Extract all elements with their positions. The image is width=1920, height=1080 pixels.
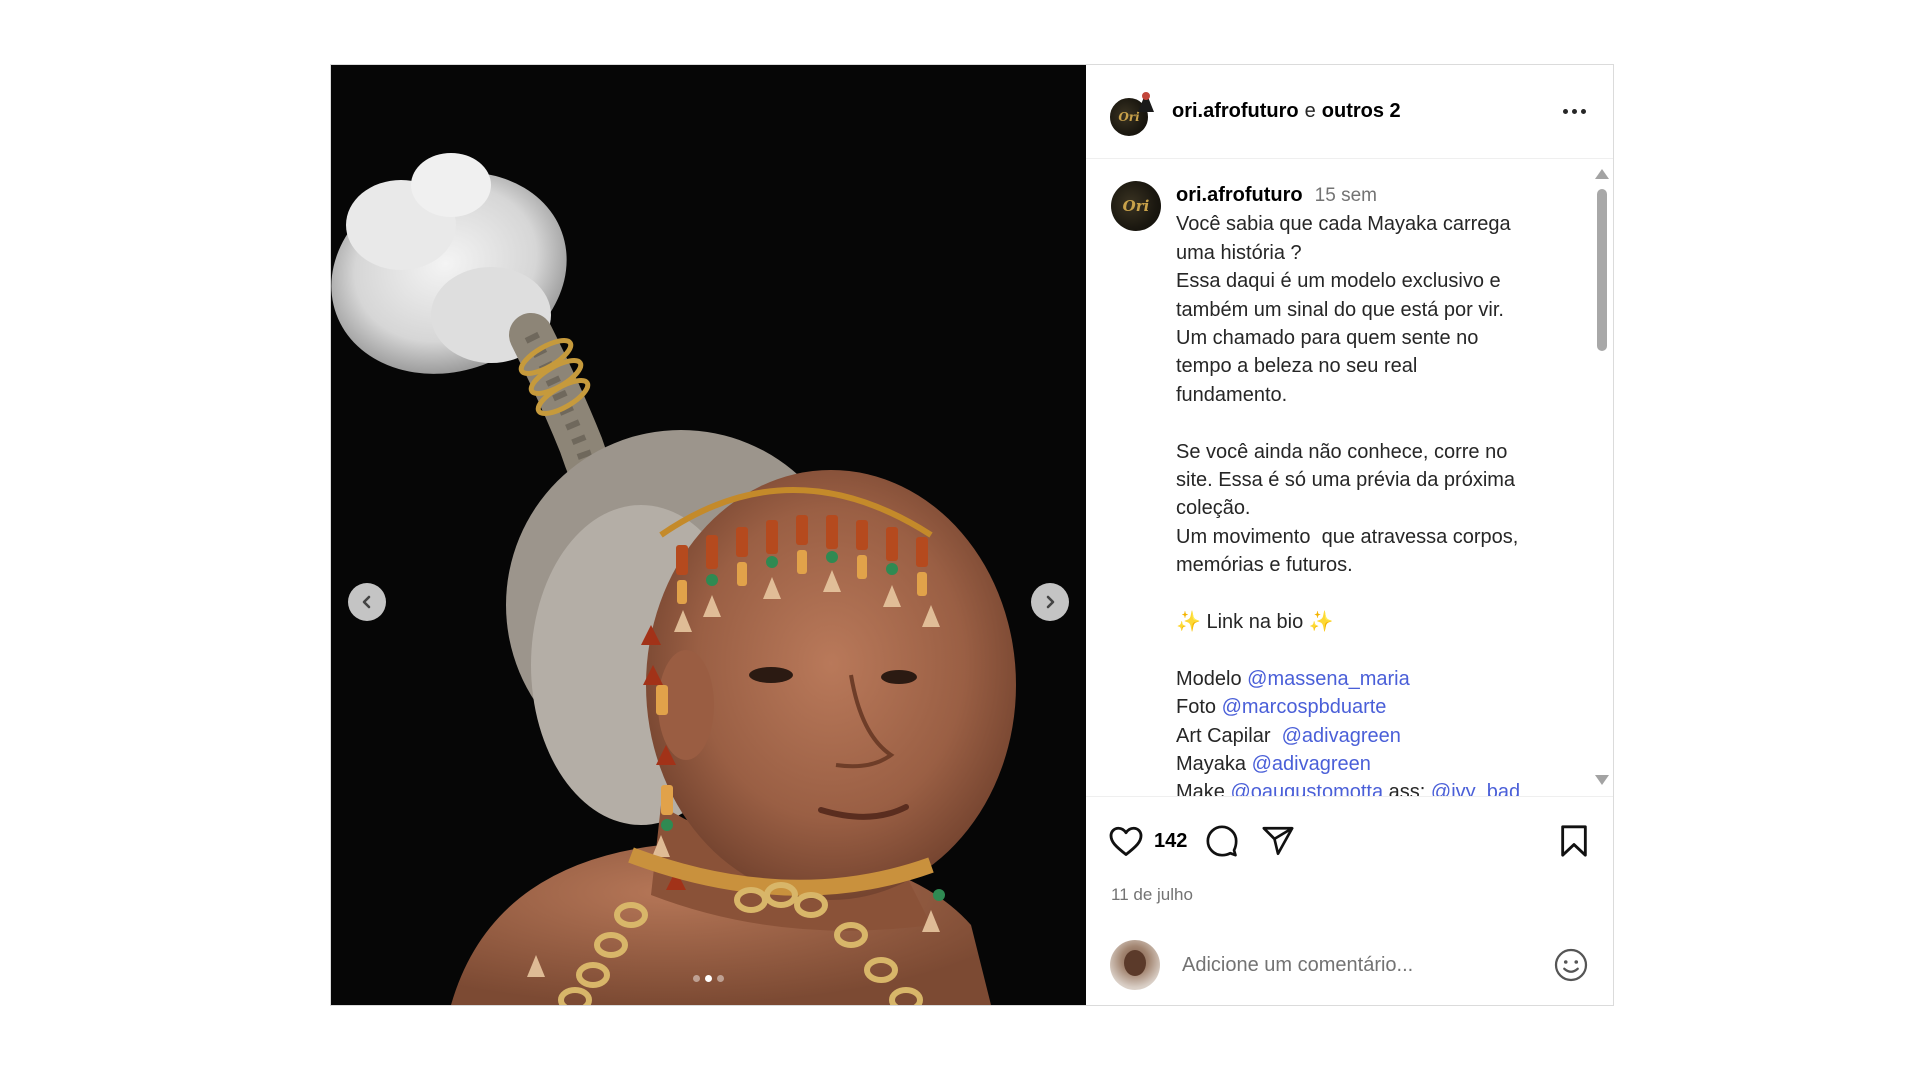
post-side-panel: Ori ori.afrofuturo e outros 2 Ori ori.af… — [1086, 65, 1613, 1005]
more-icon-dot — [1571, 109, 1577, 114]
credit-label: Mayaka — [1176, 753, 1252, 776]
share-button[interactable] — [1261, 824, 1295, 858]
slide-dot-active — [705, 975, 712, 982]
comment-button[interactable] — [1205, 824, 1239, 858]
credit-line: Mayaka @adivagreen — [1176, 750, 1556, 778]
mention-link[interactable]: @adivagreen — [1252, 753, 1371, 775]
slide-dot — [693, 975, 700, 982]
caption-lines: Você sabia que cada Mayaka carrega uma h… — [1176, 210, 1556, 797]
caption-line: site. Essa é só uma prévia da próxima — [1176, 469, 1516, 492]
credit-label: Modelo — [1176, 667, 1248, 690]
emoji-icon — [1554, 948, 1588, 982]
collab-avatar[interactable]: Ori — [1108, 90, 1154, 138]
header-connector: e — [1304, 100, 1316, 122]
credit-label: Art Capilar — [1176, 724, 1282, 747]
post-media[interactable] — [331, 65, 1086, 1005]
mention-link[interactable]: @ivy_bad — [1431, 781, 1520, 796]
caption-line — [1176, 636, 1556, 664]
previous-slide-button[interactable] — [348, 583, 386, 621]
credit-label: Make — [1176, 781, 1231, 797]
caption-line: Um chamado para quem sente no — [1176, 327, 1479, 350]
caption-line: Se você ainda não conhece, corre no — [1176, 440, 1508, 463]
more-icon-dot — [1580, 109, 1586, 114]
current-user-avatar — [1110, 940, 1160, 990]
caption-time[interactable]: 15 sem — [1315, 182, 1377, 210]
post-dialog: Ori ori.afrofuturo e outros 2 Ori ori.af… — [330, 64, 1614, 1006]
caption-author-avatar[interactable]: Ori — [1111, 181, 1161, 231]
credit-line: Art Capilar @adivagreen — [1176, 722, 1556, 750]
credit-extra: ass: — [1383, 781, 1431, 797]
header-authors: ori.afrofuturo e outros 2 — [1172, 100, 1401, 123]
caption-block: Ori ori.afrofuturo 15 sem Você sabia que… — [1111, 181, 1583, 797]
mention-link[interactable]: @massena_maria — [1247, 668, 1410, 690]
chevron-right-icon — [1046, 595, 1055, 609]
next-slide-button[interactable] — [1031, 583, 1069, 621]
slide-indicator — [331, 975, 1086, 982]
caption-line: fundamento. — [1176, 383, 1288, 406]
caption-line — [1176, 409, 1556, 437]
heart-icon — [1109, 826, 1143, 856]
comment-composer — [1086, 925, 1613, 1005]
caption-scrollbar[interactable] — [1595, 167, 1609, 787]
post-header: Ori ori.afrofuturo e outros 2 — [1086, 65, 1613, 159]
header-others[interactable]: outros 2 — [1322, 100, 1401, 123]
mention-link[interactable]: @marcospbduarte — [1222, 696, 1387, 718]
caption-username[interactable]: ori.afrofuturo — [1176, 181, 1303, 209]
caption-meta: ori.afrofuturo 15 sem — [1176, 181, 1556, 210]
like-button[interactable] — [1108, 824, 1144, 858]
more-icon — [1562, 109, 1568, 114]
more-options-button[interactable] — [1557, 95, 1591, 129]
bookmark-icon — [1561, 825, 1587, 857]
slide-dot — [717, 975, 724, 982]
credit-label: Foto — [1176, 696, 1222, 719]
collab-avatar-secondary — [1138, 91, 1154, 112]
header-username[interactable]: ori.afrofuturo — [1172, 100, 1299, 123]
caption-line — [1176, 580, 1556, 608]
chevron-left-icon — [362, 595, 371, 609]
scroll-up-arrow[interactable] — [1595, 169, 1609, 179]
credit-line: Make @oaugustomotta ass: @ivy_bad — [1176, 778, 1556, 797]
credit-line: Modelo @massena_maria — [1176, 665, 1556, 693]
save-button[interactable] — [1559, 824, 1589, 858]
scroll-down-arrow[interactable] — [1595, 775, 1609, 785]
scroll-thumb[interactable] — [1597, 189, 1607, 351]
caption-scroll-area[interactable]: Ori ori.afrofuturo 15 sem Você sabia que… — [1086, 159, 1613, 797]
caption-line: também um sinal do que está por vir. — [1176, 298, 1504, 321]
like-count[interactable]: 142 — [1154, 830, 1187, 853]
mention-link[interactable]: @adivagreen — [1282, 725, 1401, 747]
emoji-button[interactable] — [1553, 947, 1589, 983]
comment-icon — [1206, 825, 1238, 857]
caption-line: uma história ? — [1176, 241, 1302, 264]
post-date[interactable]: 11 de julho — [1086, 885, 1613, 925]
caption-line: Um movimento que atravessa corpos, — [1176, 525, 1519, 548]
caption-line: Essa daqui é um modelo exclusivo e — [1176, 270, 1501, 293]
comment-input[interactable] — [1180, 952, 1553, 978]
caption-line: Você sabia que cada Mayaka carrega — [1176, 213, 1511, 236]
credit-line: Foto @marcospbduarte — [1176, 693, 1556, 721]
post-photo — [331, 65, 1086, 1005]
caption-line: ✨ Link na bio ✨ — [1176, 611, 1334, 634]
caption-line: memórias e futuros. — [1176, 554, 1353, 577]
caption-text: ori.afrofuturo 15 sem Você sabia que cad… — [1176, 181, 1556, 797]
mention-link[interactable]: @oaugustomotta — [1230, 781, 1383, 796]
caption-line: coleção. — [1176, 497, 1251, 520]
share-icon — [1262, 826, 1294, 856]
avatar-logo: Ori — [1122, 197, 1150, 215]
caption-line: tempo a beleza no seu real — [1176, 355, 1418, 378]
action-bar: 142 — [1086, 797, 1613, 885]
